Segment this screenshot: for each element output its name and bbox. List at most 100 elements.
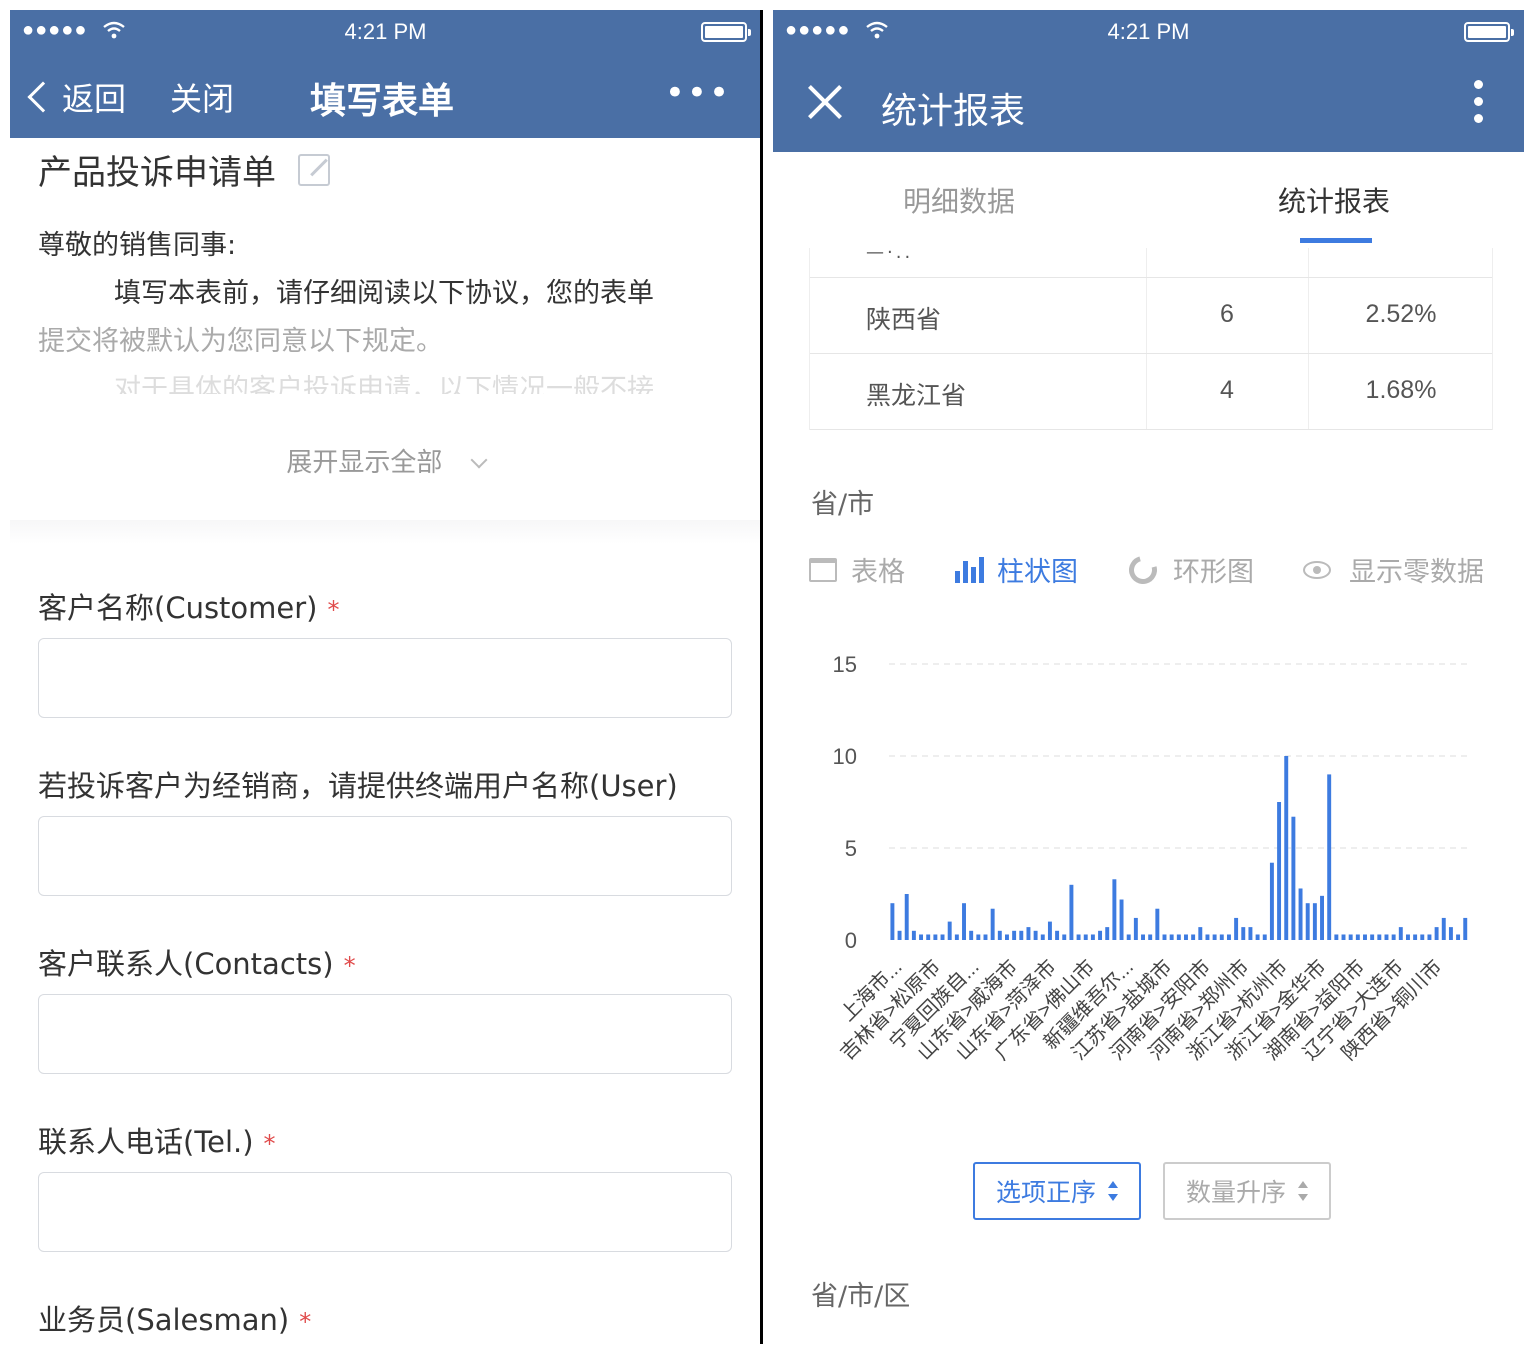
chart-bar[interactable] — [1327, 774, 1332, 940]
view-table-button[interactable]: 表格 — [809, 550, 905, 589]
chart-bar[interactable] — [890, 903, 895, 940]
chart-bar[interactable] — [911, 930, 916, 940]
chart-bar[interactable] — [1148, 934, 1153, 940]
chart-bar[interactable] — [1284, 756, 1289, 940]
chart-bar[interactable] — [1341, 934, 1346, 940]
chart-bar[interactable] — [1420, 934, 1425, 940]
chart-bar[interactable] — [1234, 917, 1239, 940]
end-user-name-input[interactable] — [38, 816, 732, 896]
chart-bar[interactable] — [1169, 934, 1174, 940]
chart-bar[interactable] — [1413, 934, 1418, 940]
chart-bar[interactable] — [1269, 862, 1274, 940]
chart-bar[interactable] — [1391, 934, 1396, 940]
back-button[interactable]: 返回 — [24, 74, 126, 120]
chart-bar[interactable] — [1434, 927, 1439, 940]
chart-bar[interactable] — [1105, 927, 1110, 940]
view-bar-chart-button[interactable]: 柱状图 — [955, 550, 1078, 589]
more-vertical-icon[interactable] — [1474, 80, 1484, 124]
view-donut-chart-button[interactable]: 环形图 — [1123, 550, 1254, 589]
chart-bar[interactable] — [997, 930, 1002, 940]
chart-bar[interactable] — [1241, 927, 1246, 940]
chart-bar[interactable] — [1441, 917, 1446, 940]
chart-bar[interactable] — [1098, 930, 1103, 940]
chart-bar[interactable] — [1005, 934, 1009, 940]
sort-by-option-button[interactable]: 选项正序 — [973, 1162, 1141, 1220]
chart-bar[interactable] — [1255, 934, 1260, 940]
chart-bar[interactable] — [1112, 879, 1117, 940]
chart-bar[interactable] — [1277, 802, 1282, 940]
chart-bar[interactable] — [1012, 930, 1017, 940]
chart-bar[interactable] — [1176, 934, 1181, 940]
tel-input[interactable] — [38, 1172, 732, 1252]
tab-detail-data[interactable]: 明细数据 — [903, 180, 1015, 220]
chart-bar[interactable] — [1219, 934, 1224, 940]
chart-bar[interactable] — [933, 934, 938, 940]
chart-bar[interactable] — [1291, 816, 1296, 940]
more-menu-icon[interactable]: ••• — [665, 76, 731, 110]
chart-bar[interactable] — [962, 903, 966, 940]
customer-name-input[interactable] — [38, 638, 732, 718]
chart-bar[interactable] — [1427, 934, 1432, 940]
close-button[interactable]: 关闭 — [170, 74, 234, 120]
chart-bar[interactable] — [1334, 934, 1339, 940]
chart-bar[interactable] — [1312, 903, 1317, 940]
chart-bar[interactable] — [1198, 927, 1203, 940]
chart-bar[interactable] — [983, 934, 988, 940]
chart-bar[interactable] — [1448, 927, 1453, 940]
tab-statistics[interactable]: 统计报表 — [1278, 180, 1390, 220]
chart-bar[interactable] — [1155, 908, 1160, 940]
chart-bar[interactable] — [1355, 934, 1360, 940]
chart-bar[interactable] — [1212, 934, 1217, 940]
chart-bar[interactable] — [1363, 934, 1367, 940]
chart-bar[interactable] — [1191, 934, 1196, 940]
chart-bar[interactable] — [1083, 934, 1088, 940]
chart-bar[interactable] — [1026, 927, 1031, 940]
chart-bar[interactable] — [1047, 921, 1052, 940]
chart-bar[interactable] — [940, 934, 945, 940]
chart-bar[interactable] — [1398, 927, 1403, 940]
chart-bar[interactable] — [1384, 934, 1389, 940]
chart-bar[interactable] — [1248, 927, 1253, 940]
chart-bar[interactable] — [1076, 934, 1081, 940]
chart-bar[interactable] — [1090, 934, 1095, 940]
chart-bar[interactable] — [1019, 930, 1024, 940]
contacts-input[interactable] — [38, 994, 732, 1074]
chart-bar[interactable] — [926, 934, 931, 940]
chart-bar[interactable] — [1141, 934, 1145, 940]
chart-bar[interactable] — [1298, 888, 1303, 940]
chart-bar[interactable] — [954, 934, 959, 940]
chart-bar[interactable] — [904, 894, 909, 940]
chart-bar[interactable] — [976, 934, 981, 940]
chart-bar[interactable] — [1370, 934, 1375, 940]
chart-bar[interactable] — [1069, 884, 1074, 940]
chart-bar[interactable] — [947, 921, 952, 940]
chart-bar[interactable] — [1062, 934, 1067, 940]
chart-bar[interactable] — [1119, 899, 1124, 940]
chart-bar[interactable] — [969, 930, 974, 940]
chart-bar[interactable] — [1040, 934, 1045, 940]
sort-by-count-button[interactable]: 数量升序 — [1163, 1162, 1331, 1220]
chart-bar[interactable] — [1226, 934, 1231, 940]
chart-bar[interactable] — [1126, 934, 1131, 940]
chart-bar[interactable] — [1055, 930, 1060, 940]
chart-bar[interactable] — [1262, 934, 1267, 940]
expand-all-button[interactable]: 展开显示全部 — [10, 442, 761, 479]
chart-bar[interactable] — [919, 934, 924, 940]
close-icon[interactable] — [807, 84, 843, 120]
chart-bar[interactable] — [1377, 934, 1382, 940]
chart-bar[interactable] — [1405, 934, 1410, 940]
chart-bar[interactable] — [1033, 930, 1038, 940]
chart-bar[interactable] — [1348, 934, 1353, 940]
edit-icon[interactable] — [298, 153, 330, 186]
chart-bar[interactable] — [1205, 934, 1210, 940]
chart-bar[interactable] — [1456, 934, 1461, 940]
show-zero-data-toggle[interactable]: 显示零数据 — [1303, 550, 1484, 589]
chart-bar[interactable] — [897, 930, 902, 940]
chart-bar[interactable] — [1463, 917, 1468, 940]
chart-bar[interactable] — [990, 908, 995, 940]
chart-bar[interactable] — [1320, 895, 1324, 940]
chart-bar[interactable] — [1133, 917, 1138, 940]
chart-bar[interactable] — [1305, 903, 1310, 940]
chart-bar[interactable] — [1184, 934, 1188, 940]
chart-bar[interactable] — [1162, 934, 1167, 940]
